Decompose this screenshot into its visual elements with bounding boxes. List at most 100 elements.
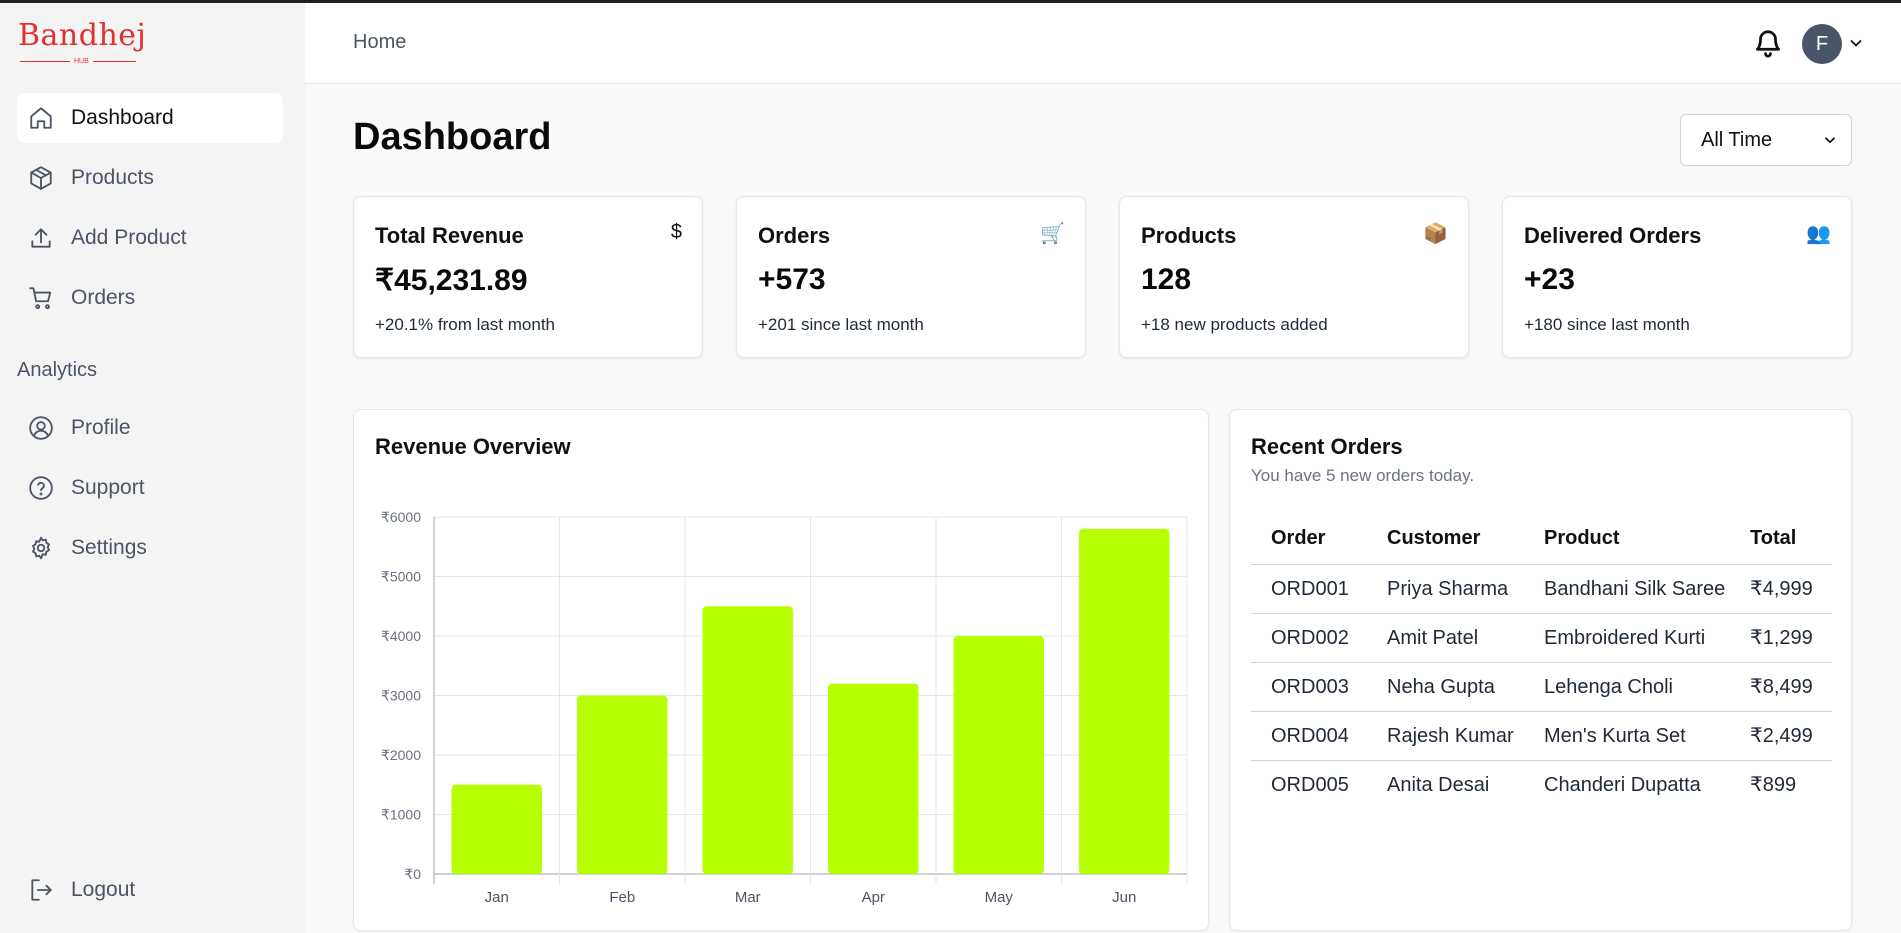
table-row[interactable]: ORD005 Anita Desai Chanderi Dupatta ₹899 [1251, 760, 1832, 809]
dollar-icon: $ [670, 221, 682, 243]
sidebar-item-settings[interactable]: Settings [17, 523, 283, 573]
sidebar-item-label: Settings [71, 536, 147, 559]
y-tick-label: ₹5000 [381, 569, 421, 585]
x-tick-label: Apr [862, 889, 885, 906]
revenue-card-title: Revenue Overview [375, 434, 571, 459]
sidebar-item-label: Add Product [71, 226, 187, 249]
stat-value: ₹45,231.89 [375, 264, 528, 297]
bell-icon[interactable] [1753, 27, 1783, 59]
logo-text: Bandhej [18, 18, 147, 53]
package-icon [27, 164, 55, 192]
stat-subtext: +201 since last month [758, 315, 924, 334]
table-header-row: Order Customer Product Total [1251, 514, 1832, 565]
sidebar-item-support[interactable]: Support [17, 463, 283, 513]
sidebar-item-orders[interactable]: Orders [17, 273, 283, 323]
revenue-overview-card: ₹0 ₹1000 ₹2000 ₹3000 ₹4000 ₹5000 ₹6000 Jan Feb Ma… [353, 409, 1209, 931]
y-tick-label: ₹2000 [381, 747, 421, 763]
logout-icon [27, 876, 55, 904]
chevron-down-icon[interactable] [1846, 33, 1866, 53]
bar-apr [828, 683, 919, 874]
people-emoji-icon: 👥 [1806, 223, 1831, 245]
stat-card-products: Products 📦 128 +18 new products added [1119, 196, 1469, 358]
period-select[interactable]: All Time [1680, 114, 1852, 166]
sidebar-item-label: Dashboard [71, 106, 174, 129]
customer-name: Anita Desai [1387, 773, 1490, 796]
sidebar-item-label: Support [71, 476, 145, 499]
order-total: ₹8,499 [1730, 662, 1832, 712]
bar-mar [702, 606, 793, 874]
table-row[interactable]: ORD003 Neha Gupta Lehenga Choli ₹8,499 [1251, 662, 1832, 712]
stat-title: Orders [758, 223, 831, 248]
stat-card-revenue: Total Revenue $ ₹45,231.89 +20.1% from l… [353, 196, 703, 358]
product-name: Lehenga Choli [1524, 662, 1730, 712]
column-header-total: Total [1730, 514, 1832, 565]
upload-icon [27, 224, 55, 252]
stat-subtext: +180 since last month [1524, 315, 1690, 334]
stat-title: Total Revenue [375, 223, 524, 248]
product-name: Chanderi Dupatta [1544, 773, 1701, 796]
product-name: Bandhani Silk Saree [1524, 564, 1730, 614]
x-tick-label: May [985, 889, 1014, 906]
page-title: Dashboard [353, 116, 552, 158]
orders-table: Order Customer Product Total ORD001 Priy… [1251, 514, 1832, 809]
logout-button[interactable]: Logout [17, 865, 283, 915]
stat-value: 128 [1141, 263, 1192, 296]
sidebar-item-label: Orders [71, 286, 136, 309]
customer-name: Neha Gupta [1367, 662, 1524, 712]
logo-sub: HUB [70, 58, 93, 65]
product-name: Embroidered Kurti [1524, 613, 1730, 663]
stat-value: +23 [1524, 263, 1575, 296]
user-circle-icon [27, 414, 55, 442]
table-row[interactable]: ORD004 Rajesh Kumar Men's Kurta Set ₹2,4… [1251, 711, 1832, 761]
top-header: Home F [305, 3, 1901, 84]
sidebar-item-profile[interactable]: Profile [17, 403, 283, 453]
stat-title: Delivered Orders [1524, 223, 1702, 248]
home-icon [27, 104, 55, 132]
y-tick-label: ₹3000 [381, 688, 421, 704]
bar-feb [577, 695, 668, 874]
package-emoji-icon: 📦 [1423, 223, 1448, 245]
recent-orders-card: Recent Orders You have 5 new orders toda… [1229, 409, 1852, 931]
sidebar-item-add-product[interactable]: Add Product [17, 213, 283, 263]
y-tick-label: ₹0 [404, 866, 421, 882]
stat-subtext: +18 new products added [1141, 315, 1328, 334]
order-total: ₹1,299 [1730, 613, 1832, 663]
chevron-down-icon [1824, 137, 1836, 144]
avatar[interactable]: F [1802, 24, 1842, 64]
bar-may [953, 636, 1044, 874]
order-total: ₹2,499 [1730, 711, 1832, 761]
sidebar-item-products[interactable]: Products [17, 153, 283, 203]
order-id: ORD004 [1251, 711, 1367, 761]
y-tick-label: ₹6000 [381, 509, 421, 525]
breadcrumb[interactable]: Home [353, 31, 406, 54]
gear-icon [27, 534, 55, 562]
column-header-customer: Customer [1367, 514, 1524, 565]
sidebar-item-label: Profile [71, 416, 131, 439]
product-name: Men's Kurta Set [1524, 711, 1730, 761]
recent-orders-subtitle: You have 5 new orders today. [1251, 466, 1475, 485]
cart-emoji-icon: 🛒 [1040, 223, 1065, 245]
revenue-bar-chart: ₹0 ₹1000 ₹2000 ₹3000 ₹4000 ₹5000 ₹6000 Jan Feb Ma… [381, 509, 1188, 906]
table-row[interactable]: ORD001 Priya Sharma Bandhani Silk Saree … [1251, 564, 1832, 614]
order-id: ORD005 [1271, 773, 1349, 796]
order-total: ₹899 [1750, 773, 1797, 796]
column-header-order: Order [1251, 514, 1367, 565]
cart-icon [27, 284, 55, 312]
sidebar: Bandhej HUB Dashboard Products Add Produ… [0, 3, 305, 933]
x-tick-label: Jun [1112, 889, 1136, 906]
stat-subtext: +20.1% from last month [375, 315, 556, 334]
help-circle-icon [27, 474, 55, 502]
table-row[interactable]: ORD002 Amit Patel Embroidered Kurti ₹1,2… [1251, 613, 1832, 663]
x-tick-label: Mar [735, 889, 761, 906]
bar-jun [1079, 528, 1170, 874]
brand-logo[interactable]: Bandhej HUB [18, 21, 148, 73]
x-tick-label: Jan [485, 889, 509, 906]
stat-card-delivered: Delivered Orders 👥 +23 +180 since last m… [1502, 196, 1852, 358]
x-tick-label: Feb [609, 889, 635, 906]
order-id: ORD003 [1251, 662, 1367, 712]
order-id: ORD001 [1251, 564, 1367, 614]
stat-title: Products [1141, 223, 1237, 248]
recent-orders-title: Recent Orders [1251, 434, 1403, 459]
sidebar-item-dashboard[interactable]: Dashboard [17, 93, 283, 143]
sidebar-item-label: Products [71, 166, 154, 189]
